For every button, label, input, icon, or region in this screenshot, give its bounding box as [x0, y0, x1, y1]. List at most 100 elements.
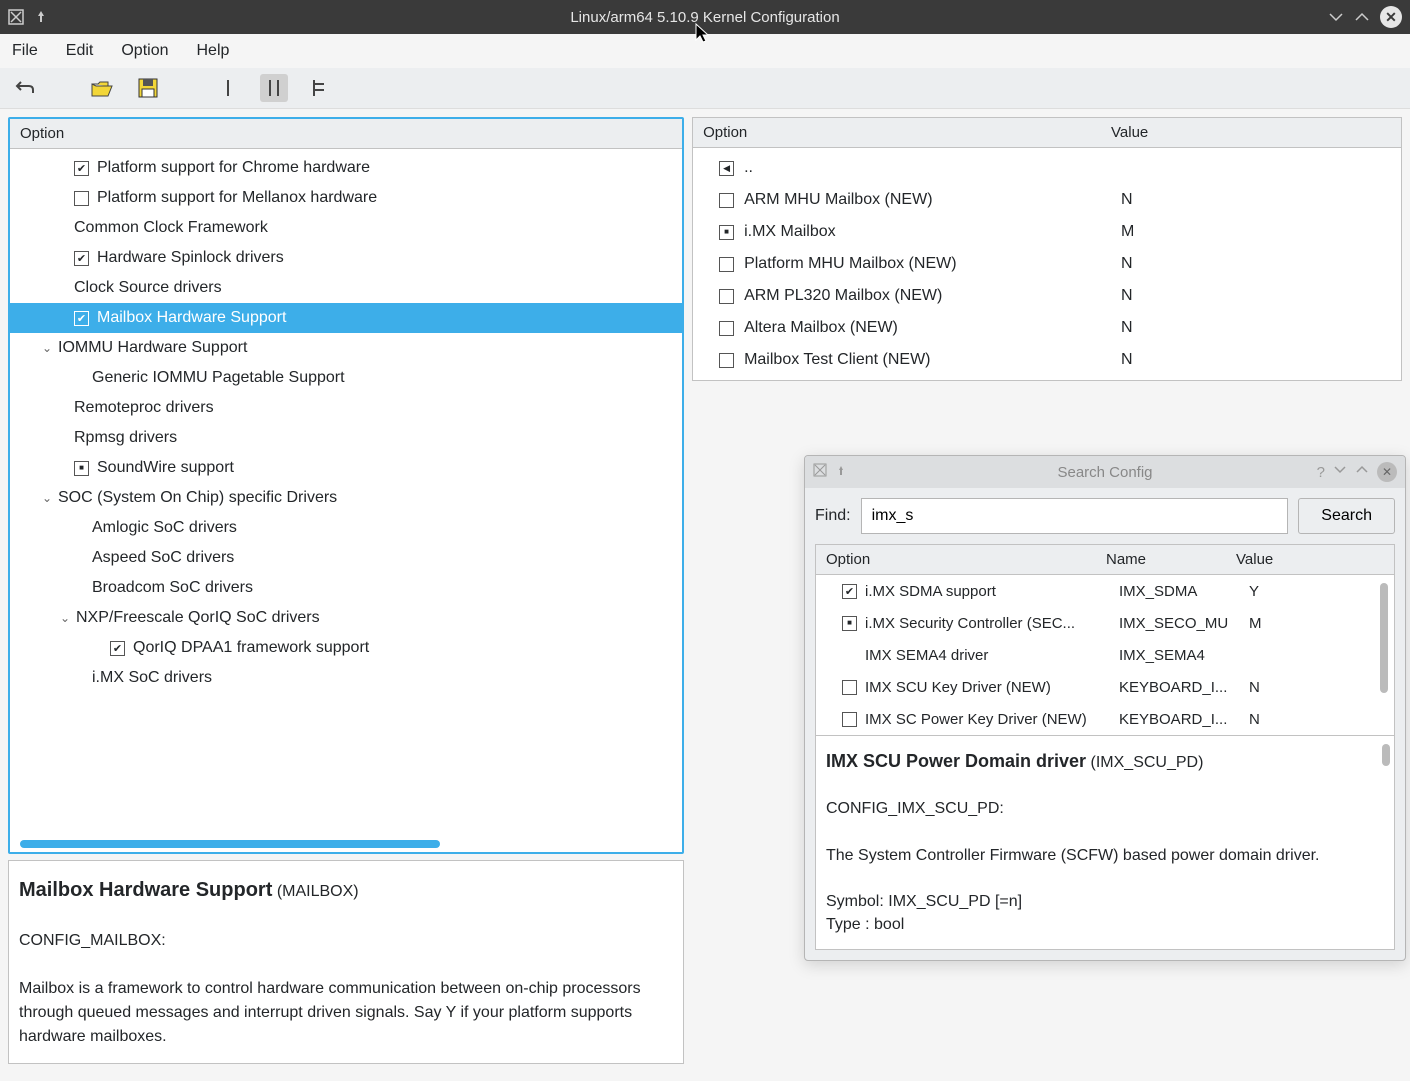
- open-icon[interactable]: [88, 74, 116, 102]
- checkbox-checked-icon[interactable]: [74, 311, 89, 326]
- tree-row[interactable]: Hardware Spinlock drivers: [10, 243, 682, 273]
- search-scrollbar[interactable]: [1380, 583, 1388, 693]
- undo-icon[interactable]: [12, 74, 40, 102]
- tree-row[interactable]: Platform support for Chrome hardware: [10, 153, 682, 183]
- chevron-down-icon[interactable]: ⌄: [38, 491, 56, 505]
- checkbox-dot-icon[interactable]: [842, 616, 857, 631]
- right-list-panel[interactable]: Option Value ..ARM MHU Mailbox (NEW)Ni.M…: [692, 117, 1402, 381]
- save-icon[interactable]: [134, 74, 162, 102]
- close-icon[interactable]: ✕: [1380, 6, 1402, 28]
- search-min-icon[interactable]: [1333, 463, 1347, 481]
- search-info-sym: Symbol: IMX_SCU_PD [=n]: [826, 893, 1022, 910]
- tree-row[interactable]: Mailbox Hardware Support: [10, 303, 682, 333]
- tree-view-icon[interactable]: [306, 74, 334, 102]
- list-item-value: N: [1121, 351, 1401, 369]
- tree-row-label: Remoteproc drivers: [74, 399, 214, 417]
- list-item-label: i.MX Mailbox: [744, 223, 1121, 241]
- search-row[interactable]: i.MX Security Controller (SEC...IMX_SECO…: [816, 607, 1394, 639]
- search-row-name: KEYBOARD_I...: [1119, 711, 1249, 728]
- search-row[interactable]: IMX SC Power Key Driver (NEW)KEYBOARD_I.…: [816, 703, 1394, 735]
- list-item[interactable]: Mailbox Test Client (NEW)N: [693, 344, 1401, 376]
- list-item[interactable]: ..: [693, 152, 1401, 184]
- list-item-value: N: [1121, 255, 1401, 273]
- tree-row[interactable]: ⌄SOC (System On Chip) specific Drivers: [10, 483, 682, 513]
- list-item-value: N: [1121, 287, 1401, 305]
- search-row[interactable]: i.MX SDMA supportIMX_SDMAY: [816, 575, 1394, 607]
- single-view-icon[interactable]: [214, 74, 242, 102]
- checkbox-dot-icon[interactable]: [74, 461, 89, 476]
- tree-row[interactable]: Amlogic SoC drivers: [10, 513, 682, 543]
- menu-help[interactable]: Help: [197, 42, 230, 60]
- chevron-down-icon[interactable]: ⌄: [38, 341, 56, 355]
- left-tree-panel[interactable]: Option Platform support for Chrome hardw…: [8, 117, 684, 854]
- tree-row[interactable]: Common Clock Framework: [10, 213, 682, 243]
- tree-row[interactable]: QorIQ DPAA1 framework support: [10, 633, 682, 663]
- info-title: Mailbox Hardware Support: [19, 879, 272, 901]
- menu-option[interactable]: Option: [121, 42, 168, 60]
- list-item[interactable]: ARM MHU Mailbox (NEW)N: [693, 184, 1401, 216]
- search-results[interactable]: Option Name Value i.MX SDMA supportIMX_S…: [815, 544, 1395, 736]
- checkbox-empty-icon[interactable]: [719, 353, 734, 368]
- list-item[interactable]: i.MX MailboxM: [693, 216, 1401, 248]
- tree-row[interactable]: Generic IOMMU Pagetable Support: [10, 363, 682, 393]
- checkbox-checked-icon[interactable]: [842, 584, 857, 599]
- list-item-value: N: [1121, 191, 1401, 209]
- search-row[interactable]: IMX SEMA4 driverIMX_SEMA4: [816, 639, 1394, 671]
- menu-edit[interactable]: Edit: [66, 42, 94, 60]
- window-titlebar: Linux/arm64 5.10.9 Kernel Configuration …: [0, 0, 1410, 34]
- tree-row[interactable]: Platform support for Mellanox hardware: [10, 183, 682, 213]
- search-pin-icon[interactable]: [835, 464, 847, 481]
- tree-row[interactable]: ⌄IOMMU Hardware Support: [10, 333, 682, 363]
- search-max-icon[interactable]: [1355, 463, 1369, 481]
- search-input[interactable]: [861, 498, 1289, 534]
- search-help-icon[interactable]: ?: [1317, 464, 1325, 481]
- list-item[interactable]: Platform MHU Mailbox (NEW)N: [693, 248, 1401, 280]
- tree-row-label: NXP/Freescale QorIQ SoC drivers: [76, 609, 320, 627]
- tree-row[interactable]: Aspeed SoC drivers: [10, 543, 682, 573]
- checkbox-empty-icon[interactable]: [842, 712, 857, 727]
- tree-row-label: SoundWire support: [97, 459, 234, 477]
- list-item[interactable]: Altera Mailbox (NEW)N: [693, 312, 1401, 344]
- chevron-down-icon[interactable]: ⌄: [56, 611, 74, 625]
- list-item-label: Altera Mailbox (NEW): [744, 319, 1121, 337]
- checkbox-checked-icon[interactable]: [74, 251, 89, 266]
- tree-row[interactable]: Clock Source drivers: [10, 273, 682, 303]
- list-item[interactable]: ARM PL320 Mailbox (NEW)N: [693, 280, 1401, 312]
- list-item-value: N: [1121, 319, 1401, 337]
- hscroll-thumb[interactable]: [20, 840, 440, 848]
- checkbox-checked-icon[interactable]: [110, 641, 125, 656]
- tree-row[interactable]: Broadcom SoC drivers: [10, 573, 682, 603]
- tree-row[interactable]: SoundWire support: [10, 453, 682, 483]
- checkbox-empty-icon[interactable]: [842, 680, 857, 695]
- tree-row-label: Generic IOMMU Pagetable Support: [92, 369, 345, 387]
- search-info-scrollbar[interactable]: [1382, 744, 1390, 766]
- list-item-label: Mailbox Test Client (NEW): [744, 351, 1121, 369]
- list-item-label: ARM PL320 Mailbox (NEW): [744, 287, 1121, 305]
- right-header-value: Value: [1111, 124, 1391, 141]
- menu-file[interactable]: File: [12, 42, 38, 60]
- checkbox-empty-icon[interactable]: [719, 257, 734, 272]
- search-button[interactable]: Search: [1298, 498, 1395, 534]
- tree-row[interactable]: Rpmsg drivers: [10, 423, 682, 453]
- search-app-icon: [813, 463, 827, 481]
- tree-row-label: Clock Source drivers: [74, 279, 222, 297]
- checkbox-checked-icon[interactable]: [74, 161, 89, 176]
- search-row[interactable]: IMX SCU Key Driver (NEW)KEYBOARD_I...N: [816, 671, 1394, 703]
- checkbox-empty-icon[interactable]: [74, 191, 89, 206]
- pin-icon[interactable]: [34, 10, 48, 24]
- list-item-label: ..: [744, 159, 1121, 177]
- minimize-icon[interactable]: [1328, 9, 1344, 25]
- search-header-value: Value: [1236, 551, 1384, 568]
- checkbox-empty-icon[interactable]: [719, 193, 734, 208]
- split-view-icon[interactable]: [260, 74, 288, 102]
- maximize-icon[interactable]: [1354, 9, 1370, 25]
- tree-row[interactable]: Remoteproc drivers: [10, 393, 682, 423]
- search-close-icon[interactable]: ✕: [1377, 462, 1397, 482]
- back-icon[interactable]: [719, 161, 734, 176]
- checkbox-empty-icon[interactable]: [719, 289, 734, 304]
- checkbox-empty-icon[interactable]: [719, 321, 734, 336]
- checkbox-dot-icon[interactable]: [719, 225, 734, 240]
- search-header-option: Option: [826, 551, 1106, 568]
- tree-row[interactable]: ⌄NXP/Freescale QorIQ SoC drivers: [10, 603, 682, 633]
- tree-row[interactable]: i.MX SoC drivers: [10, 663, 682, 693]
